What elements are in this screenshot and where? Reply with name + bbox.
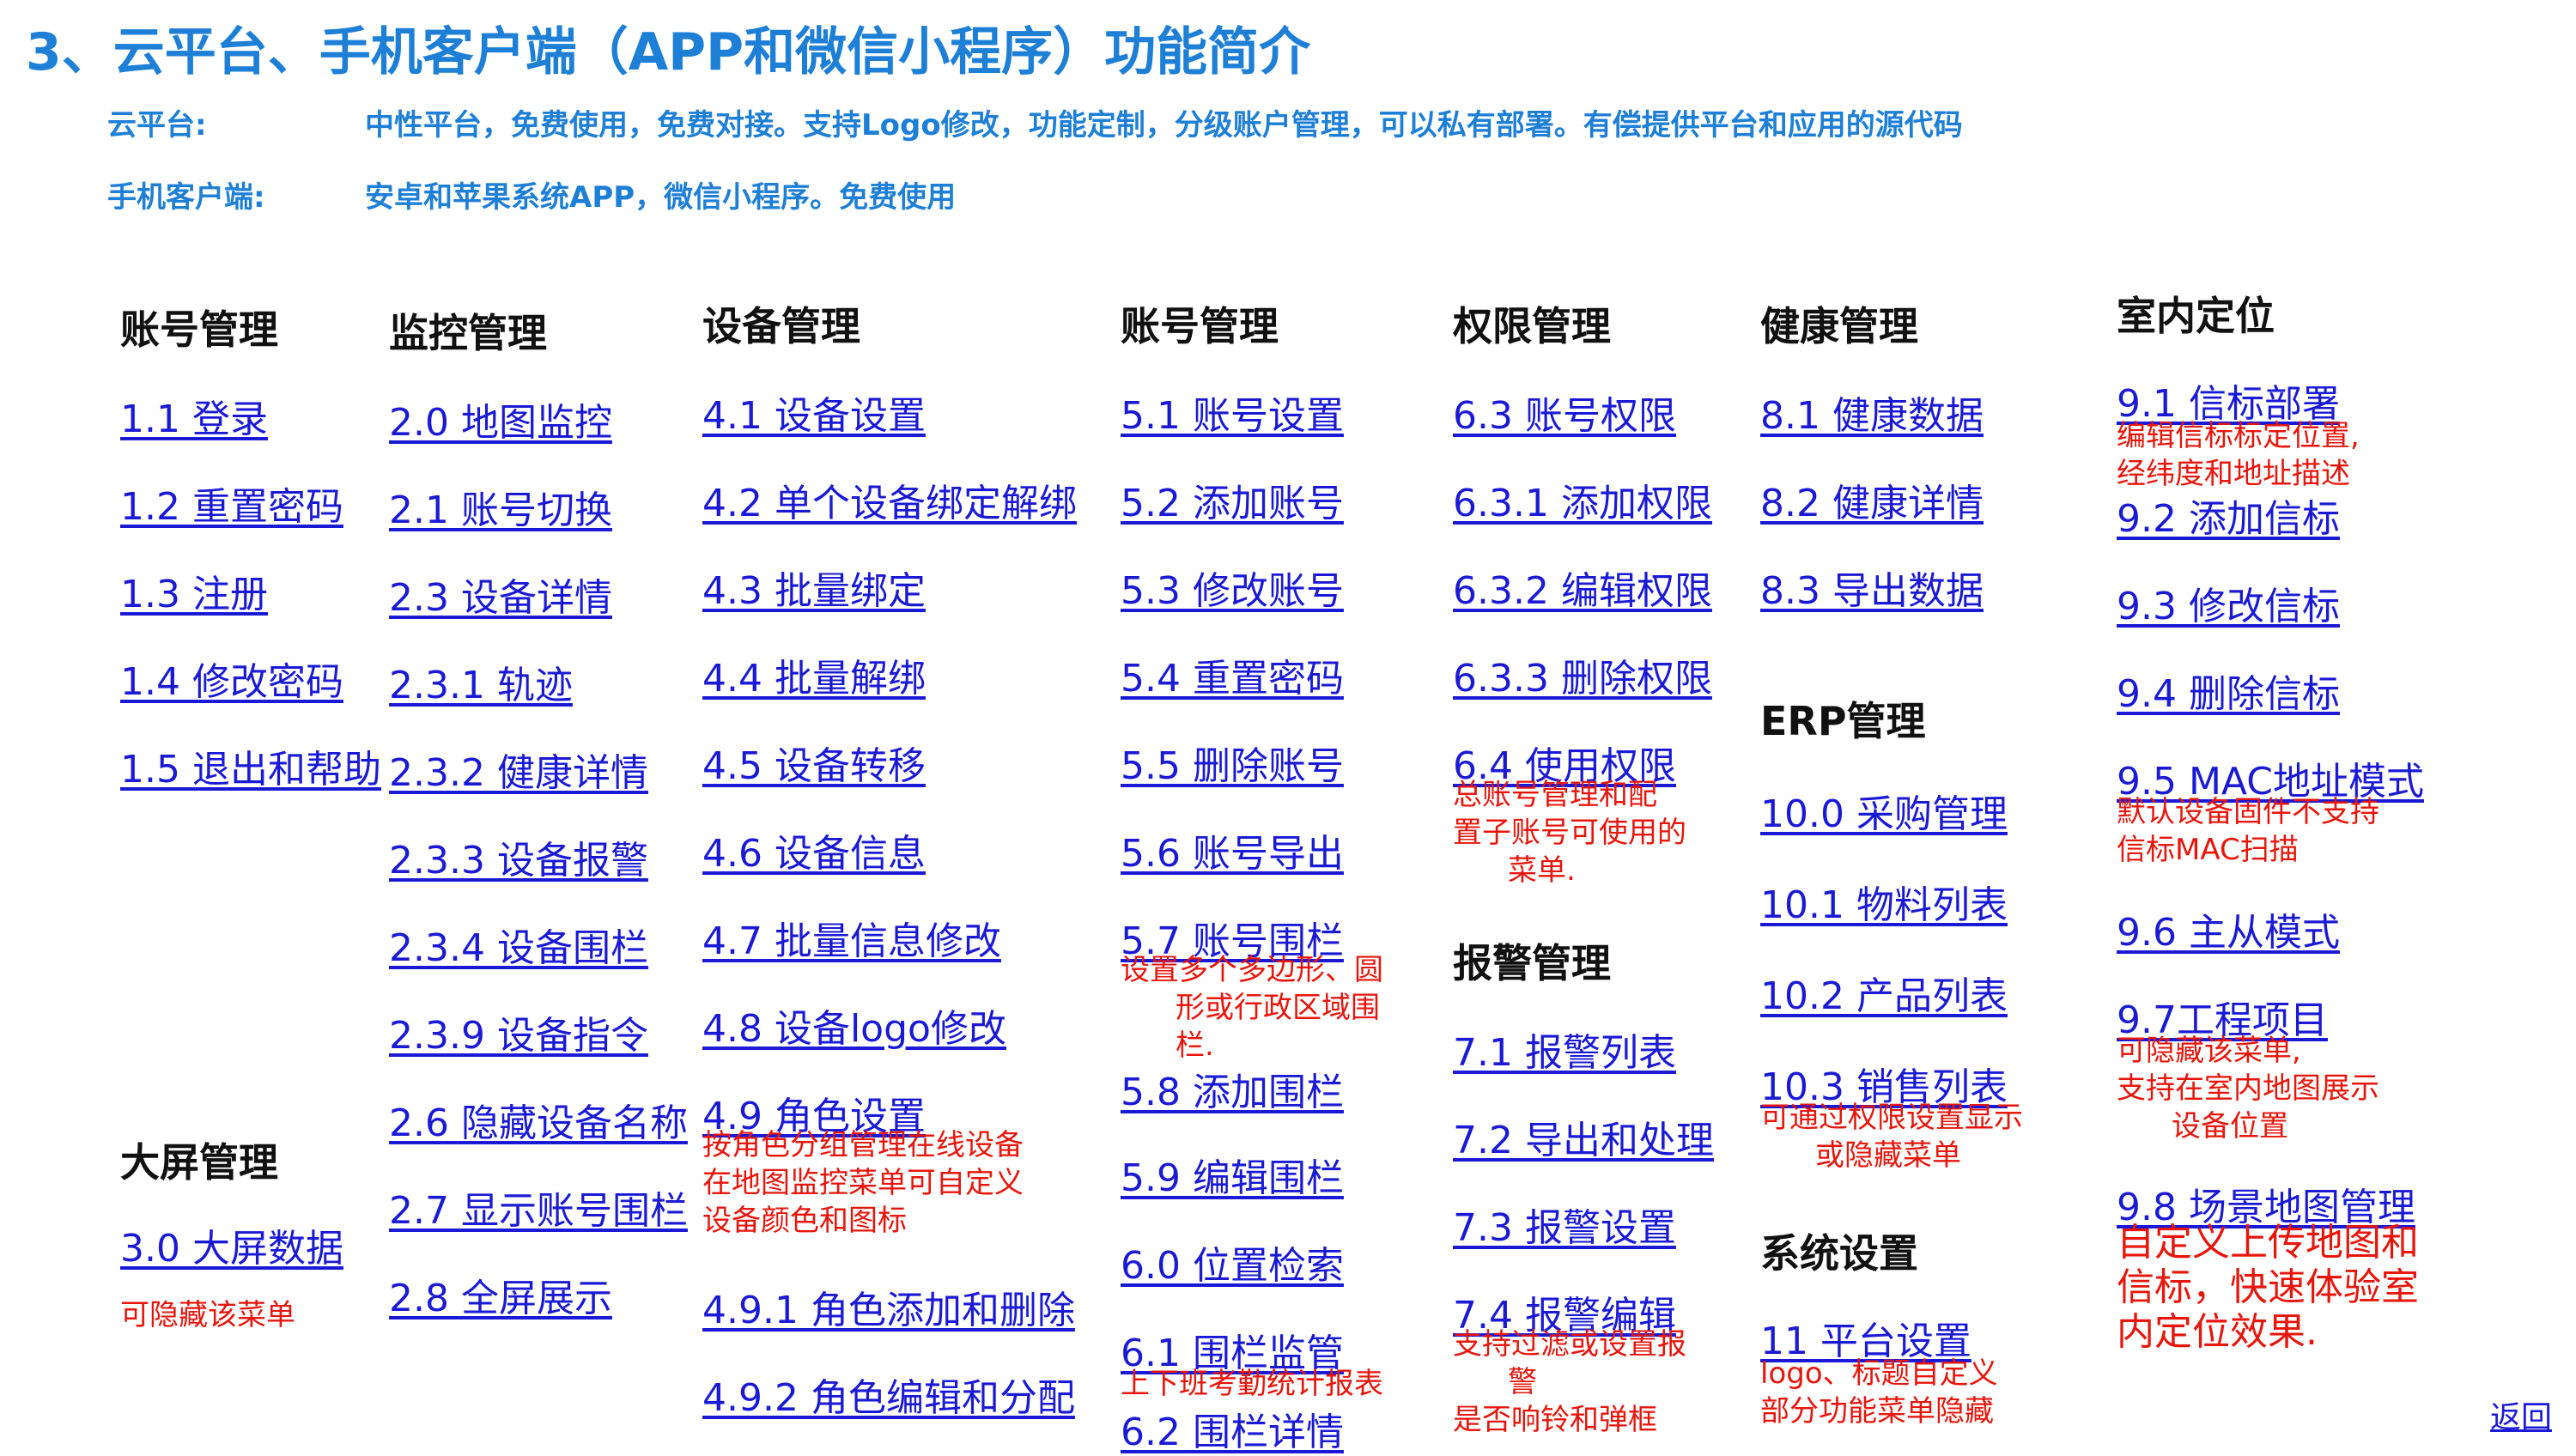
- note-beacon-deploy: 编辑信标标定位置, 经纬度和地址描述: [2117, 419, 2360, 491]
- link-4-1-device-settings[interactable]: 4.1 设备设置: [702, 385, 926, 440]
- heading-system-settings: 系统设置: [1760, 1230, 1918, 1277]
- link-2-8-fullscreen[interactable]: 2.8 全屏展示: [389, 1267, 612, 1322]
- note-project: 可隐藏该菜单, 支持在室内地图展示 设备位置: [2117, 1034, 2379, 1144]
- back-link[interactable]: 返回: [2490, 1392, 2552, 1437]
- link-5-4-reset-password[interactable]: 5.4 重置密码: [1121, 647, 1344, 702]
- note-sales-list: 可通过权限设置显示 或隐藏菜单: [1760, 1101, 2023, 1173]
- link-9-2-add-beacon[interactable]: 9.2 添加信标: [2117, 488, 2340, 543]
- heading-account-management-2: 账号管理: [1121, 303, 1279, 349]
- link-5-6-account-export[interactable]: 5.6 账号导出: [1121, 822, 1344, 877]
- link-1-2-reset-password[interactable]: 1.2 重置密码: [120, 476, 343, 531]
- note-use-permission: 总账号管理和配 置子账号可使用的 菜单.: [1453, 778, 1686, 888]
- link-10-0-purchase-management[interactable]: 10.0 采购管理: [1760, 783, 2008, 838]
- heading-big-screen: 大屏管理: [120, 1139, 278, 1186]
- cloud-label: 云平台:: [107, 108, 207, 143]
- link-4-6-device-info[interactable]: 4.6 设备信息: [702, 822, 926, 877]
- heading-health-management: 健康管理: [1760, 303, 1918, 349]
- note-alarm-edit: 支持过滤或设置报 警 是否响铃和弹框: [1453, 1327, 1686, 1437]
- link-2-3-9-device-command[interactable]: 2.3.9 设备指令: [389, 1004, 648, 1059]
- link-8-1-health-data[interactable]: 8.1 健康数据: [1760, 385, 1984, 440]
- link-2-3-3-device-alarm[interactable]: 2.3.3 设备报警: [389, 829, 648, 884]
- note-account-fence: 设置多个多边形、圆 形或行政区域围 栏.: [1121, 953, 1383, 1063]
- mobile-label: 手机客户端:: [107, 180, 265, 215]
- page-title: 3、云平台、手机客户端（APP和微信小程序）功能简介: [26, 22, 1311, 82]
- note-platform-settings: logo、标题自定义 部分功能菜单隐藏: [1760, 1356, 1998, 1429]
- heading-device-management: 设备管理: [702, 303, 860, 349]
- link-2-6-hide-device-name[interactable]: 2.6 隐藏设备名称: [389, 1092, 688, 1147]
- link-1-3-register[interactable]: 1.3 注册: [120, 563, 268, 618]
- link-4-5-device-transfer[interactable]: 4.5 设备转移: [702, 735, 926, 790]
- link-1-4-change-password[interactable]: 1.4 修改密码: [120, 651, 343, 706]
- link-9-6-master-slave[interactable]: 9.6 主从模式: [2117, 901, 2340, 956]
- link-5-1-account-settings[interactable]: 5.1 账号设置: [1121, 385, 1344, 440]
- link-2-3-4-device-fence[interactable]: 2.3.4 设备围栏: [389, 917, 648, 972]
- link-2-3-1-track[interactable]: 2.3.1 轨迹: [389, 654, 573, 709]
- link-4-7-batch-info-edit[interactable]: 4.7 批量信息修改: [702, 910, 1001, 965]
- link-5-9-edit-fence[interactable]: 5.9 编辑围栏: [1121, 1147, 1344, 1202]
- link-5-5-delete-account[interactable]: 5.5 删除账号: [1121, 735, 1344, 790]
- link-6-0-location-search[interactable]: 6.0 位置检索: [1121, 1235, 1344, 1289]
- note-big-screen: 可隐藏该菜单: [120, 1298, 295, 1332]
- link-6-3-1-add-permission[interactable]: 6.3.1 添加权限: [1453, 472, 1712, 527]
- link-5-8-add-fence[interactable]: 5.8 添加围栏: [1121, 1061, 1344, 1116]
- link-4-9-2-role-edit-assign[interactable]: 4.9.2 角色编辑和分配: [702, 1367, 1075, 1422]
- heading-monitor-management: 监控管理: [389, 310, 547, 356]
- link-2-7-show-account-fence[interactable]: 2.7 显示账号围栏: [389, 1180, 688, 1235]
- link-2-1-account-switch[interactable]: 2.1 账号切换: [389, 479, 612, 534]
- link-5-3-edit-account[interactable]: 5.3 修改账号: [1121, 560, 1344, 615]
- link-6-3-account-permission[interactable]: 6.3 账号权限: [1453, 385, 1676, 440]
- cloud-description: 中性平台，免费使用，免费对接。支持Logo修改，功能定制，分级账户管理，可以私有…: [365, 108, 1963, 143]
- link-1-5-logout-help[interactable]: 1.5 退出和帮助: [120, 738, 381, 793]
- link-9-4-delete-beacon[interactable]: 9.4 删除信标: [2117, 663, 2340, 718]
- link-7-1-alarm-list[interactable]: 7.1 报警列表: [1453, 1022, 1676, 1077]
- heading-account-management: 账号管理: [120, 306, 278, 353]
- heading-permission-management: 权限管理: [1453, 303, 1611, 349]
- link-4-4-batch-unbind[interactable]: 4.4 批量解绑: [702, 647, 926, 702]
- link-9-3-edit-beacon[interactable]: 9.3 修改信标: [2117, 575, 2340, 630]
- link-3-0-big-screen-data[interactable]: 3.0 大屏数据: [120, 1217, 343, 1272]
- link-8-3-export-data[interactable]: 8.3 导出数据: [1760, 560, 1984, 615]
- link-4-2-single-bind-unbind[interactable]: 4.2 单个设备绑定解绑: [702, 472, 1077, 527]
- link-7-3-alarm-settings[interactable]: 7.3 报警设置: [1453, 1197, 1676, 1252]
- link-5-2-add-account[interactable]: 5.2 添加账号: [1121, 472, 1344, 527]
- heading-alarm-management: 报警管理: [1453, 940, 1611, 986]
- link-2-0-map-monitor[interactable]: 2.0 地图监控: [389, 391, 612, 446]
- link-2-3-device-details[interactable]: 2.3 设备详情: [389, 567, 612, 622]
- link-1-1-login[interactable]: 1.1 登录: [120, 388, 268, 443]
- link-7-2-export-handle[interactable]: 7.2 导出和处理: [1453, 1109, 1714, 1164]
- mobile-description: 安卓和苹果系统APP，微信小程序。免费使用: [365, 180, 957, 215]
- note-mac-mode: 默认设备固件不支持 信标MAC扫描: [2117, 795, 2379, 867]
- link-8-2-health-details[interactable]: 8.2 健康详情: [1760, 472, 1984, 527]
- heading-erp-management: ERP管理: [1760, 698, 1926, 744]
- heading-indoor-positioning: 室内定位: [2117, 293, 2275, 339]
- note-fence-supervision: 上下班考勤统计报表: [1121, 1367, 1383, 1401]
- link-6-3-2-edit-permission[interactable]: 6.3.2 编辑权限: [1453, 560, 1712, 615]
- link-4-9-1-role-add-delete[interactable]: 4.9.1 角色添加和删除: [702, 1279, 1075, 1334]
- link-10-1-material-list[interactable]: 10.1 物料列表: [1760, 874, 2008, 929]
- note-scene-map: 自定义上传地图和 信标，快速体验室 内定位效果.: [2117, 1221, 2419, 1354]
- note-role-settings: 按角色分组管理在线设备 在地图监控菜单可自定义 设备颜色和图标: [702, 1128, 1024, 1238]
- link-4-3-batch-bind[interactable]: 4.3 批量绑定: [702, 560, 926, 615]
- link-4-8-device-logo-edit[interactable]: 4.8 设备logo修改: [702, 998, 1006, 1053]
- link-6-2-fence-details[interactable]: 6.2 围栏详情: [1121, 1401, 1344, 1456]
- link-6-3-3-delete-permission[interactable]: 6.3.3 删除权限: [1453, 647, 1712, 702]
- link-2-3-2-health-details[interactable]: 2.3.2 健康详情: [389, 742, 648, 797]
- link-10-2-product-list[interactable]: 10.2 产品列表: [1760, 965, 2008, 1020]
